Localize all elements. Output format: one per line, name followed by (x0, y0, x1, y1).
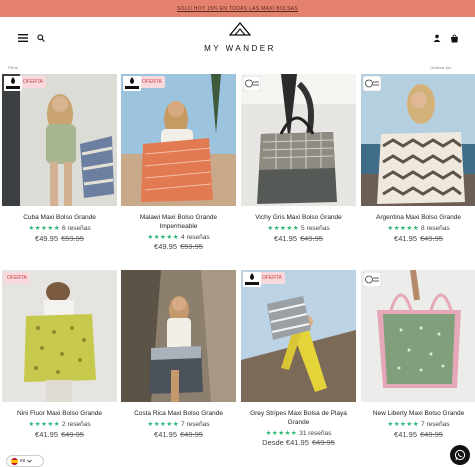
water-repellent-badge-icon (243, 272, 261, 287)
product-image[interactable] (361, 270, 475, 402)
review-count: 8 reseñas (421, 225, 450, 232)
product-rating: ★★★★★ 8 reseñas (361, 224, 475, 232)
chevron-down-icon (27, 459, 33, 463)
product-title[interactable]: Grey Stripes Maxi Bolsa de Playa Grande (241, 409, 356, 427)
product-rating: ★★★★★ 7 reseñas (121, 420, 236, 428)
flag-spain-icon (11, 457, 18, 465)
sale-price: €41.95 (394, 234, 417, 243)
product-image[interactable] (121, 270, 236, 402)
product-title[interactable]: New Liberty Maxi Bolso Grande (361, 409, 475, 418)
product-title[interactable]: Argentina Maxi Bolso Grande (361, 213, 475, 222)
product-price: €41.95 €49.95 (241, 234, 356, 243)
star-rating-icon: ★★★★★ (265, 430, 298, 437)
product-image[interactable]: OFERTA (121, 74, 236, 206)
compare-price: €49.95 (61, 430, 84, 439)
product-price: €49.95 €59.95 (2, 234, 117, 243)
sale-badge: OFERTA (259, 272, 285, 284)
compare-price: €59.95 (180, 242, 203, 251)
site-header: MY WANDER (0, 17, 475, 65)
product-image[interactable] (241, 74, 356, 206)
language-selector[interactable]: es (6, 455, 44, 467)
product-title[interactable]: Nini Fluor Maxi Bolso Grande (2, 409, 117, 418)
announcement-text[interactable]: SOLO HOY 15% EN TODAS LAS MAXI BOLSAS (177, 6, 298, 12)
whatsapp-icon (454, 449, 466, 461)
filter-button[interactable]: Filtrar (8, 65, 18, 70)
product-title[interactable]: Cuba Maxi Bolso Grande (2, 213, 117, 222)
sale-price: Desde €41.95 (262, 438, 309, 447)
compare-price: €59.95 (61, 234, 84, 243)
product-rating: ★★★★★ 7 reseñas (361, 420, 475, 428)
water-repellent-badge-icon (4, 76, 22, 91)
brand-name: MY WANDER (204, 44, 276, 53)
star-rating-icon: ★★★★★ (387, 421, 420, 428)
star-rating-icon: ★★★★★ (387, 225, 420, 232)
brand-logo[interactable]: MY WANDER (200, 21, 280, 62)
sale-price: €49.95 (35, 234, 58, 243)
product-rating: ★★★★★ 4 reseñas (121, 233, 236, 241)
hamburger-icon[interactable] (17, 32, 29, 44)
compare-price: €49.95 (300, 234, 323, 243)
star-rating-icon: ★★★★★ (28, 421, 61, 428)
collection-toolbar: Filtrar Ordenar por (0, 65, 475, 73)
compare-price: €49.95 (420, 234, 443, 243)
sale-price: €41.95 (35, 430, 58, 439)
review-count: 7 reseñas (421, 421, 450, 428)
product-image[interactable]: OFERTA (241, 270, 356, 402)
sale-badge: OFERTA (139, 76, 165, 88)
product-image[interactable]: OFERTA (2, 270, 117, 402)
product-title[interactable]: Costa Rica Maxi Bolso Grande (121, 409, 236, 418)
product-rating: ★★★★★ 6 reseñas (2, 224, 117, 232)
sale-badge: OFERTA (4, 272, 30, 284)
whatsapp-button[interactable] (450, 445, 470, 465)
star-rating-icon: ★★★★★ (28, 225, 61, 232)
star-rating-icon: ★★★★★ (147, 234, 180, 241)
review-count: 4 reseñas (181, 234, 210, 241)
sale-price: €49.95 (154, 242, 177, 251)
star-rating-icon: ★★★★★ (147, 421, 180, 428)
sale-price: €41.95 (154, 430, 177, 439)
language-code: es (20, 458, 26, 464)
recycled-badge-icon (362, 271, 382, 288)
search-icon[interactable] (35, 32, 47, 44)
review-count: 31 reseñas (299, 430, 332, 437)
sale-badge: OFERTA (20, 76, 46, 88)
product-image[interactable] (361, 74, 475, 206)
user-icon[interactable] (431, 32, 443, 44)
sale-price: €41.95 (394, 430, 417, 439)
product-title[interactable]: Vichy Gris Maxi Bolso Grande (241, 213, 356, 222)
review-count: 7 reseñas (181, 421, 210, 428)
product-price: Desde €41.95 €49.95 (241, 438, 356, 447)
compare-price: €49.95 (420, 430, 443, 439)
product-price: €41.95 €49.95 (361, 430, 475, 439)
sort-button[interactable]: Ordenar por (430, 65, 452, 70)
recycled-badge-icon (362, 75, 382, 92)
review-count: 5 reseñas (301, 225, 330, 232)
compare-price: €49.95 (311, 438, 335, 447)
bag-icon[interactable] (448, 32, 460, 44)
product-image[interactable]: OFERTA (2, 74, 117, 206)
product-price: €41.95 €49.95 (121, 430, 236, 439)
product-rating: ★★★★★ 2 reseñas (2, 420, 117, 428)
product-title[interactable]: Malawi Maxi Bolso Grande Impermeable (121, 213, 236, 231)
product-rating: ★★★★★ 31 reseñas (241, 429, 356, 437)
star-rating-icon: ★★★★★ (267, 225, 300, 232)
recycled-badge-icon (242, 75, 262, 92)
product-price: €41.95 €49.95 (361, 234, 475, 243)
product-rating: ★★★★★ 5 reseñas (241, 224, 356, 232)
review-count: 2 reseñas (62, 421, 91, 428)
product-price: €41.95 €49.95 (2, 430, 117, 439)
water-repellent-badge-icon (123, 76, 141, 91)
compare-price: €49.95 (180, 430, 203, 439)
mountain-logo-icon (228, 21, 252, 36)
review-count: 6 reseñas (62, 225, 91, 232)
announcement-bar[interactable]: SOLO HOY 15% EN TODAS LAS MAXI BOLSAS (0, 0, 475, 17)
product-price: €49.95 €59.95 (121, 242, 236, 251)
sale-price: €41.95 (274, 234, 297, 243)
